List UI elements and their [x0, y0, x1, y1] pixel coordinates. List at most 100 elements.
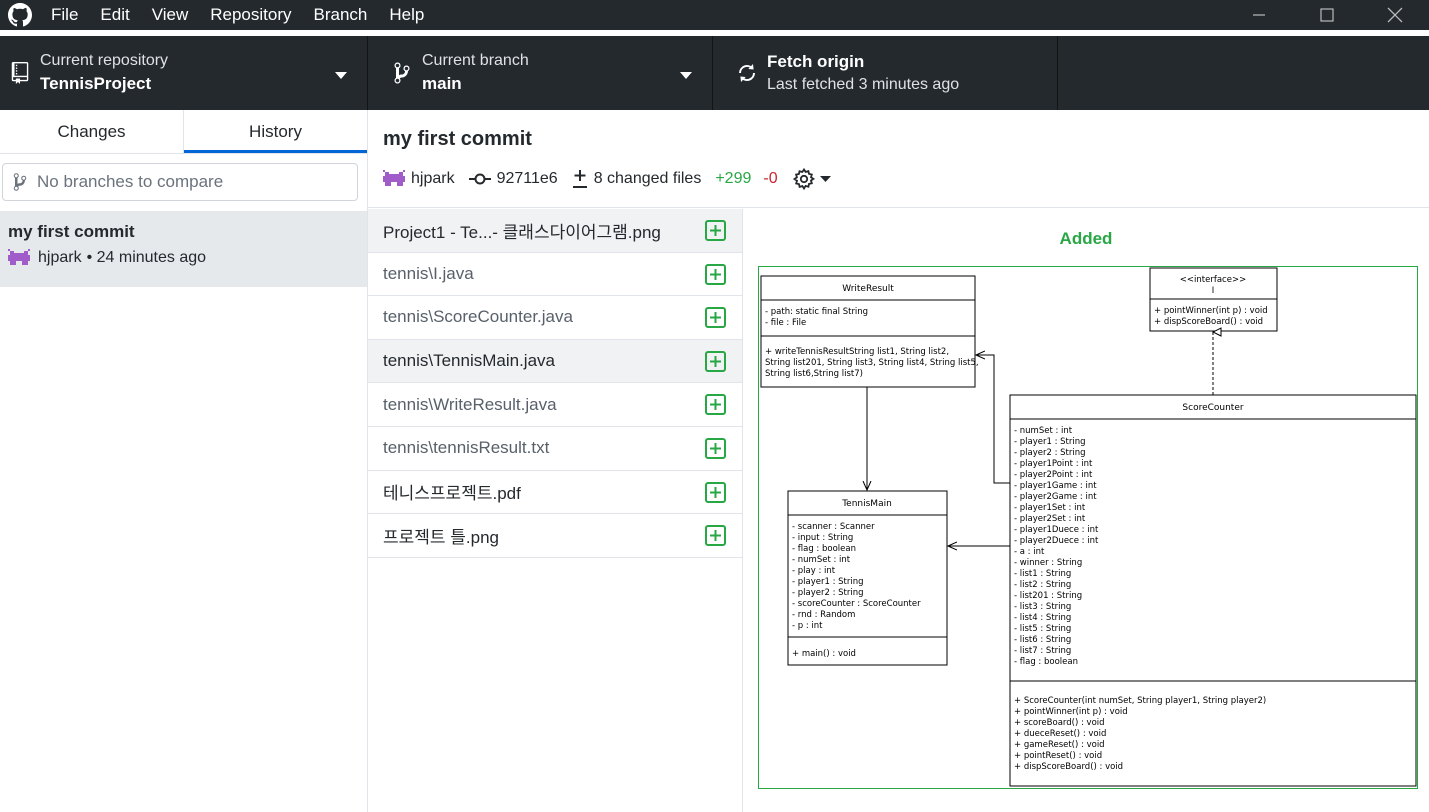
svg-text:- player2Point : int: - player2Point : int — [1014, 470, 1093, 480]
repo-icon — [0, 62, 40, 84]
minimize-icon[interactable] — [1225, 0, 1293, 30]
svg-text:+ pointWinner(int p) : void: + pointWinner(int p) : void — [1154, 306, 1268, 316]
commit-list-time: • 24 minutes ago — [86, 249, 207, 266]
file-name: tennis\I.java — [383, 263, 474, 283]
sidebar-tabs: Changes History — [0, 110, 367, 154]
title-bar: File Edit View Repository Branch Help — [0, 0, 1429, 30]
file-name: 프로젝트 틀.png — [383, 527, 500, 547]
caret-down-icon — [680, 67, 692, 85]
file-added-icon — [705, 263, 726, 285]
svg-text:- file : File: - file : File — [765, 318, 806, 328]
current-branch-button[interactable]: Current branch main — [368, 36, 713, 110]
file-added-icon — [705, 307, 726, 329]
svg-text:- list3 : String: - list3 : String — [1014, 602, 1071, 612]
maximize-icon[interactable] — [1293, 0, 1361, 30]
commit-icon — [468, 172, 491, 186]
menu-view[interactable]: View — [141, 0, 200, 30]
gear-icon — [792, 167, 816, 191]
file-added-icon — [705, 394, 726, 416]
branch-compare-placeholder: No branches to compare — [37, 172, 224, 191]
svg-text:String list201, String list3,: String list201, String list3, String lis… — [765, 358, 979, 368]
svg-text:- player2 : String: - player2 : String — [792, 588, 864, 598]
tab-history[interactable]: History — [184, 110, 367, 153]
menu-branch[interactable]: Branch — [303, 0, 379, 30]
branch-compare-input[interactable]: No branches to compare — [2, 163, 358, 201]
svg-text:+ dueceReset() : void: + dueceReset() : void — [1014, 729, 1106, 739]
file-name: Project1 - Te...- 클래스다이어그램.png — [383, 222, 661, 242]
menu-help[interactable]: Help — [378, 0, 435, 30]
svg-text:- player1Game : int: - player1Game : int — [1014, 481, 1097, 491]
file-name: tennis\ScoreCounter.java — [383, 307, 573, 327]
toolbar: Current repository TennisProject Current… — [0, 36, 1429, 110]
caret-down-icon — [335, 67, 347, 85]
svg-text:- numSet : int: - numSet : int — [1014, 426, 1073, 436]
tab-changes[interactable]: Changes — [0, 110, 184, 153]
svg-text:+ main() : void: + main() : void — [792, 649, 856, 659]
file-name: tennis\tennisResult.txt — [383, 438, 550, 458]
file-row[interactable]: Project1 - Te...- 클래스다이어그램.png — [368, 209, 742, 253]
file-row[interactable]: tennis\ScoreCounter.java — [368, 296, 742, 340]
close-icon[interactable] — [1361, 0, 1429, 30]
history-sidebar: Changes History No branches to compare m… — [0, 110, 368, 812]
file-row[interactable]: tennis\TennisMain.java — [368, 339, 742, 384]
svg-text:- player1Point : int: - player1Point : int — [1014, 459, 1093, 469]
svg-text:- a : int: - a : int — [1014, 547, 1045, 557]
svg-text:+ dispScoreBoard() : void: + dispScoreBoard() : void — [1154, 317, 1263, 327]
file-row[interactable]: tennis\tennisResult.txt — [368, 427, 742, 471]
commit-sha[interactable]: 92711e6 — [497, 170, 558, 188]
svg-text:- list7 : String: - list7 : String — [1014, 646, 1071, 656]
menu-repository[interactable]: Repository — [199, 0, 302, 30]
svg-text:- path: static final String: - path: static final String — [765, 307, 868, 317]
menu-file[interactable]: File — [40, 0, 89, 30]
file-added-icon — [705, 220, 726, 241]
svg-text:+ writeTennisResultString list: + writeTennisResultString list1, String … — [765, 347, 949, 357]
file-row[interactable]: 테니스프로젝트.pdf — [368, 471, 742, 515]
changed-files-list: Project1 - Te...- 클래스다이어그램.png tennis\I.… — [368, 209, 743, 812]
fetch-origin-button[interactable]: Fetch origin Last fetched 3 minutes ago — [713, 36, 1058, 110]
image-preview: WriteResult - path: static final String … — [758, 266, 1418, 789]
svg-text:+ gameReset() : void: + gameReset() : void — [1014, 740, 1105, 750]
file-name: 테니스프로젝트.pdf — [383, 484, 521, 504]
diff-viewer: Added WriteResult - path: static final S… — [743, 209, 1429, 812]
additions-count: +299 — [715, 170, 752, 187]
sync-icon — [727, 61, 767, 85]
svg-text:+ scoreBoard() : void: + scoreBoard() : void — [1014, 718, 1105, 728]
file-row[interactable]: 프로젝트 틀.png — [368, 514, 742, 558]
commit-author: hjpark — [411, 170, 455, 187]
menu-bar: File Edit View Repository Branch Help — [40, 0, 435, 30]
commit-list-item[interactable]: my first commit hjpark • 24 minutes ago — [0, 211, 367, 287]
repository-name: TennisProject — [40, 74, 152, 93]
svg-text:TennisMain: TennisMain — [841, 499, 892, 509]
svg-text:- winner : String: - winner : String — [1014, 558, 1082, 568]
svg-text:+ pointWinner(int p) : void: + pointWinner(int p) : void — [1014, 707, 1128, 717]
svg-text:- rnd : Random: - rnd : Random — [792, 610, 855, 620]
current-repository-button[interactable]: Current repository TennisProject — [0, 36, 368, 110]
file-row[interactable]: tennis\WriteResult.java — [368, 383, 742, 427]
uml-class-writeresult: WriteResult - path: static final String … — [760, 275, 979, 388]
uml-relation-scorecounter-writeresult — [976, 355, 1010, 484]
deletions-count: -0 — [763, 170, 778, 187]
svg-text:- player2Duece : int: - player2Duece : int — [1014, 536, 1099, 546]
svg-text:String list6,String list7): String list6,String list7) — [765, 369, 863, 379]
uml-class-diagram: WriteResult - path: static final String … — [760, 267, 1417, 787]
caret-down-icon — [819, 175, 831, 183]
diff-settings-button[interactable] — [792, 167, 831, 191]
git-compare-icon — [13, 172, 27, 192]
file-row[interactable]: tennis\I.java — [368, 253, 742, 297]
menu-edit[interactable]: Edit — [89, 0, 140, 30]
svg-text:- player1 : String: - player1 : String — [792, 577, 864, 587]
github-logo-icon[interactable] — [0, 0, 40, 30]
changed-files-count: 8 changed files — [593, 170, 702, 187]
svg-text:- input : String: - input : String — [792, 533, 853, 543]
svg-text:- flag : boolean: - flag : boolean — [792, 544, 856, 554]
fetch-subtitle: Last fetched 3 minutes ago — [767, 76, 960, 93]
commit-list-author: hjpark — [38, 249, 82, 266]
svg-text:- play : int: - play : int — [792, 566, 836, 576]
file-name: tennis\TennisMain.java — [383, 351, 555, 371]
uml-interface-i: <<interface>> I + pointWinner(int p) : v… — [1149, 267, 1278, 332]
file-added-icon — [705, 525, 726, 547]
commit-list-title: my first commit — [8, 222, 135, 241]
svg-text:- flag : boolean: - flag : boolean — [1014, 657, 1078, 667]
svg-text:- list6 : String: - list6 : String — [1014, 635, 1071, 645]
commit-title: my first commit — [383, 128, 532, 150]
